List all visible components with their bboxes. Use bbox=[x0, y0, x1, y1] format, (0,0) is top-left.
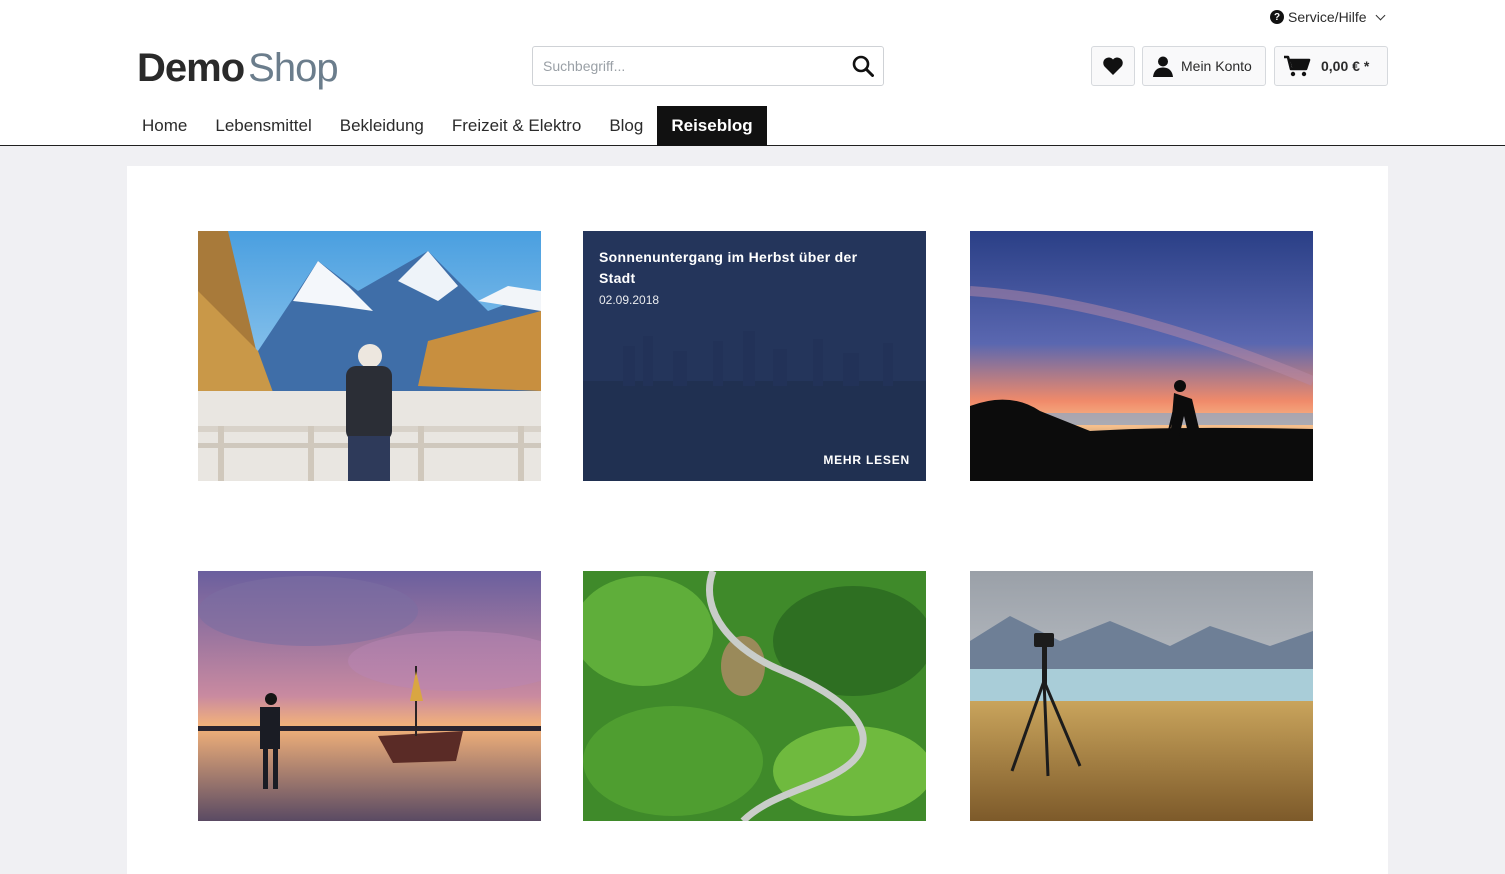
cart-button[interactable]: 0,00 € * bbox=[1274, 46, 1388, 86]
service-help-menu[interactable]: ? Service/Hilfe bbox=[1270, 9, 1386, 25]
blog-tile-featured[interactable]: Sonnenuntergang im Herbst über der Stadt… bbox=[583, 231, 926, 481]
blog-tile-forest-road[interactable] bbox=[583, 571, 926, 821]
blog-listing: Sonnenuntergang im Herbst über der Stadt… bbox=[127, 166, 1388, 874]
account-label: Mein Konto bbox=[1181, 58, 1252, 74]
boat-sunset-photo bbox=[198, 571, 541, 821]
forest-road-aerial-photo bbox=[583, 571, 926, 821]
nav-item-reiseblog[interactable]: Reiseblog bbox=[657, 106, 767, 146]
nav-item-blog[interactable]: Blog bbox=[595, 106, 657, 146]
logo-part-demo: Demo bbox=[137, 46, 245, 90]
shop-logo[interactable]: Demo Shop bbox=[137, 44, 339, 92]
chevron-down-icon bbox=[1375, 10, 1386, 20]
featured-title[interactable]: Sonnenuntergang im Herbst über der Stadt bbox=[599, 247, 889, 289]
main-navigation: Home Lebensmittel Bekleidung Freizeit & … bbox=[128, 106, 767, 146]
blog-tile-photographer-silhouette[interactable] bbox=[970, 231, 1313, 481]
search-icon bbox=[852, 55, 874, 77]
featured-date: 02.09.2018 bbox=[599, 293, 660, 307]
blog-tile-camera-tripod[interactable] bbox=[970, 571, 1313, 821]
heart-icon bbox=[1103, 57, 1123, 75]
blog-tile-boat-sunset[interactable] bbox=[198, 571, 541, 821]
wishlist-button[interactable] bbox=[1091, 46, 1135, 86]
blog-tile-mountain-hiker[interactable] bbox=[198, 231, 541, 481]
read-more-link[interactable]: MEHR LESEN bbox=[823, 453, 910, 467]
camera-tripod-lake-photo bbox=[970, 571, 1313, 821]
photographer-silhouette-photo bbox=[970, 231, 1313, 481]
user-icon bbox=[1153, 56, 1173, 77]
search-bar bbox=[532, 46, 884, 86]
question-icon: ? bbox=[1270, 10, 1284, 24]
logo-part-shop: Shop bbox=[248, 46, 338, 90]
site-header: ? Service/Hilfe DemoShop Mein Konto bbox=[0, 0, 1505, 146]
nav-item-freizeit-elektro[interactable]: Freizeit & Elektro bbox=[438, 106, 595, 146]
featured-overlay: Sonnenuntergang im Herbst über der Stadt… bbox=[583, 231, 926, 481]
account-button[interactable]: Mein Konto bbox=[1142, 46, 1266, 86]
search-input[interactable] bbox=[533, 47, 843, 85]
nav-item-lebensmittel[interactable]: Lebensmittel bbox=[201, 106, 325, 146]
cart-icon bbox=[1284, 55, 1311, 77]
mountain-hiker-photo bbox=[198, 231, 541, 481]
nav-item-bekleidung[interactable]: Bekleidung bbox=[326, 106, 438, 146]
search-button[interactable] bbox=[843, 47, 883, 85]
nav-item-home[interactable]: Home bbox=[128, 106, 201, 146]
service-help-label: Service/Hilfe bbox=[1288, 9, 1367, 25]
cart-total: 0,00 € * bbox=[1321, 58, 1370, 74]
